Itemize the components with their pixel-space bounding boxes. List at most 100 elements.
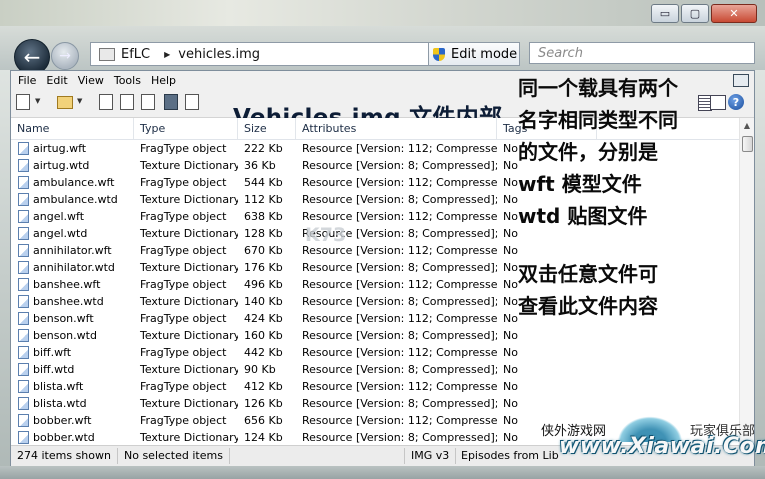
file-type: Texture Dictionary	[140, 193, 238, 206]
column-header-type[interactable]: Type	[134, 118, 238, 139]
file-icon	[18, 193, 29, 206]
breadcrumb-segment[interactable]: vehicles.img	[178, 47, 260, 62]
file-type: Texture Dictionary	[140, 329, 238, 342]
file-type: Texture Dictionary	[140, 227, 238, 240]
file-size: 90 Kb	[244, 363, 276, 376]
file-icon	[18, 363, 29, 376]
status-episode: Episodes from Lib	[461, 449, 559, 462]
annotation-line: wtd 贴图文件	[518, 204, 648, 228]
file-type: FragType object	[140, 244, 227, 257]
file-name: banshee.wft	[11, 276, 134, 293]
file-size: 126 Kb	[244, 397, 283, 410]
file-name: airtug.wft	[11, 140, 134, 157]
column-header-size[interactable]: Size	[238, 118, 296, 139]
file-name-text: bobber.wft	[33, 414, 92, 427]
search-placeholder: Search	[538, 45, 583, 61]
file-tags: No	[503, 380, 518, 393]
layout-toggle-icon[interactable]	[733, 74, 749, 87]
chevron-right-icon[interactable]: ▶	[164, 50, 170, 59]
watermark-site-url: www.Xiawai.Com	[559, 434, 765, 459]
folder-icon	[99, 47, 115, 61]
file-size: 638 Kb	[244, 210, 283, 223]
menu-edit[interactable]: Edit	[41, 74, 72, 87]
forward-button[interactable]: →	[51, 42, 79, 70]
menu-help[interactable]: Help	[146, 74, 181, 87]
file-attributes: Resource [Version: 112; Compressed];	[302, 278, 497, 291]
maximize-button[interactable]: ▢	[681, 4, 709, 23]
open-folder-icon[interactable]	[57, 94, 73, 110]
file-type: FragType object	[140, 278, 227, 291]
file-attributes: Resource [Version: 8; Compressed];	[302, 363, 497, 376]
file-name-text: ambulance.wft	[33, 176, 115, 189]
text-icon[interactable]	[140, 94, 156, 110]
new-file-icon[interactable]	[15, 94, 31, 110]
file-size: 544 Kb	[244, 176, 283, 189]
file-tags: No	[503, 329, 518, 342]
save-icon[interactable]	[163, 94, 179, 110]
file-size: 670 Kb	[244, 244, 283, 257]
file-icon	[18, 278, 29, 291]
file-type: Texture Dictionary	[140, 431, 238, 444]
vertical-scrollbar[interactable]: ▲	[739, 118, 754, 445]
file-name: bobber.wtd	[11, 429, 134, 445]
file-type: FragType object	[140, 176, 227, 189]
file-name: annihilator.wft	[11, 242, 134, 259]
file-attributes: Resource [Version: 112; Compressed];	[302, 414, 497, 427]
file-tags: No	[503, 397, 518, 410]
file-name-text: biff.wft	[33, 346, 72, 359]
file-attributes: Resource [Version: 112; Compressed];	[302, 380, 497, 393]
column-header-name[interactable]: Name	[11, 118, 134, 139]
menu-file[interactable]: File	[11, 74, 41, 87]
file-name-text: annihilator.wtd	[33, 261, 115, 274]
file-type: FragType object	[140, 346, 227, 359]
menu-tools[interactable]: Tools	[109, 74, 146, 87]
edit-mode-button[interactable]: Edit mode	[428, 42, 520, 66]
file-name: biff.wtd	[11, 361, 134, 378]
scroll-up-icon[interactable]: ▲	[740, 118, 754, 132]
export-icon[interactable]	[184, 94, 200, 110]
file-row[interactable]: biff.wtd Texture Dictionary 90 Kb Resource …	[11, 361, 740, 378]
file-attributes: Resource [Version: 112; Compressed];	[302, 346, 497, 359]
status-img-version: IMG v3	[404, 448, 457, 464]
file-size: 442 Kb	[244, 346, 283, 359]
properties-icon[interactable]	[119, 94, 135, 110]
file-name: ambulance.wft	[11, 174, 134, 191]
file-row[interactable]: biff.wft FragType object 442 Kb Resource [V…	[11, 344, 740, 361]
file-name: bobber.wft	[11, 412, 134, 429]
file-size: 496 Kb	[244, 278, 283, 291]
annotation-text: 同一个载具有两个 名字相同类型不同 的文件，分别是 wft 模型文件 wtd 贴…	[518, 72, 678, 322]
file-attributes: Resource [Version: 112; Compressed];	[302, 142, 497, 155]
annotation-line: 的文件，分别是	[518, 140, 658, 164]
breadcrumb-segment[interactable]: EfLC	[121, 47, 150, 62]
open-dropdown-icon[interactable]: ▼	[77, 97, 82, 105]
file-type: Texture Dictionary	[140, 159, 238, 172]
search-input[interactable]: Search	[529, 42, 755, 64]
file-type: Texture Dictionary	[140, 397, 238, 410]
status-selection: No selected items	[118, 448, 230, 464]
close-button[interactable]: ✕	[711, 4, 757, 23]
help-icon[interactable]: ?	[728, 94, 744, 110]
file-type: FragType object	[140, 414, 227, 427]
file-attributes: Resource [Version: 8; Compressed];	[302, 397, 497, 410]
file-row[interactable]: benson.wtd Texture Dictionary 160 Kb Resour…	[11, 327, 740, 344]
preview-pane-icon[interactable]	[710, 95, 726, 110]
file-attributes: Resource [Version: 8; Compressed];	[302, 295, 497, 308]
file-row[interactable]: blista.wtd Texture Dictionary 126 Kb Resour…	[11, 395, 740, 412]
file-tags: No	[503, 363, 518, 376]
file-name-text: benson.wtd	[33, 329, 97, 342]
new-dropdown-icon[interactable]: ▼	[35, 97, 40, 105]
file-icon	[18, 312, 29, 325]
file-row[interactable]: blista.wft FragType object 412 Kb Resource …	[11, 378, 740, 395]
window-controls: ▭ ▢ ✕	[651, 4, 757, 23]
menu-view[interactable]: View	[73, 74, 109, 87]
file-name-text: angel.wft	[33, 210, 85, 223]
minimize-button[interactable]: ▭	[651, 4, 679, 23]
annotation-line: 双击任意文件可	[518, 262, 658, 286]
file-icon	[18, 431, 29, 444]
file-attributes: Resource [Version: 8; Compressed];	[302, 261, 497, 274]
scroll-thumb[interactable]	[742, 136, 753, 152]
file-name-text: biff.wtd	[33, 363, 75, 376]
column-header-attributes[interactable]: Attributes	[296, 118, 497, 139]
file-name: biff.wft	[11, 344, 134, 361]
find-icon[interactable]	[98, 94, 114, 110]
